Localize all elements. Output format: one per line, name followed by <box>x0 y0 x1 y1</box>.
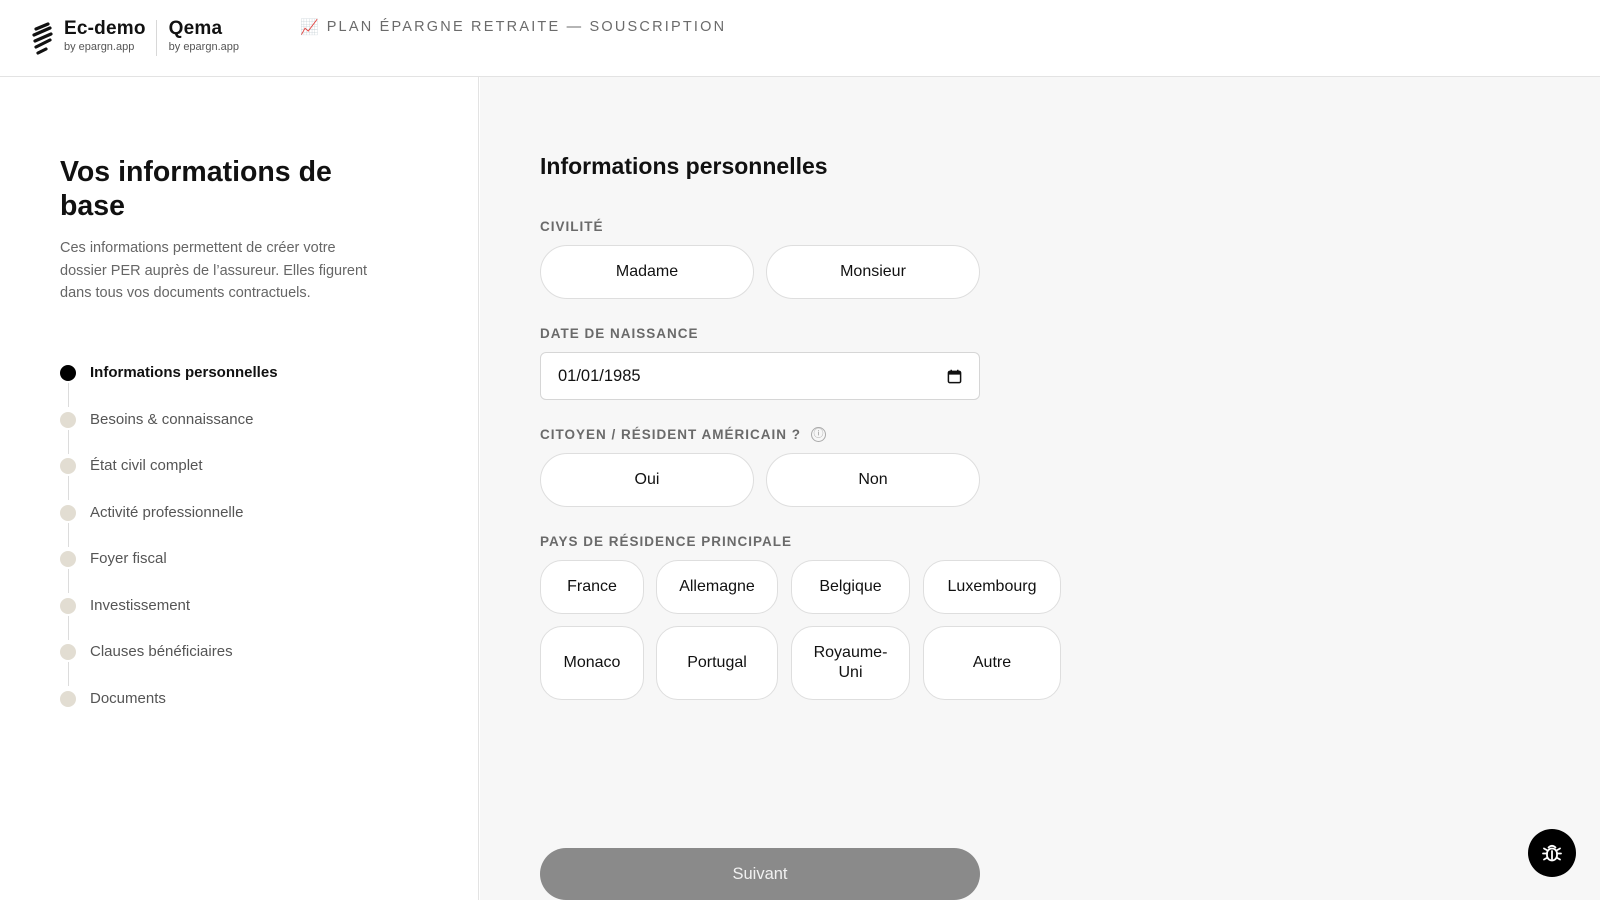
country-autre-button[interactable]: Autre <box>923 626 1061 700</box>
birth-date-label: DATE DE NAISSANCE <box>540 326 699 341</box>
step-investissement[interactable]: Investissement <box>60 595 278 642</box>
us-person-label-text: CITOYEN / RÉSIDENT AMÉRICAIN ? <box>540 427 802 442</box>
brand-primary: Ec-demo by epargn.app <box>64 18 146 53</box>
brand-logo-icon <box>32 22 53 55</box>
country-belgique-button[interactable]: Belgique <box>791 560 910 614</box>
brand-divider <box>155 20 157 56</box>
form-panel: Informations personnelles CIVILITÉ Madam… <box>480 77 1600 900</box>
step-connector <box>67 383 69 407</box>
step-etat-civil[interactable]: État civil complet <box>60 455 278 502</box>
top-bar: Ec-demo by epargn.app Qema by epargn.app… <box>0 0 1600 77</box>
sidebar-title: Vos informations de base <box>60 156 332 222</box>
country-portugal-button[interactable]: Portugal <box>656 626 778 700</box>
step-list: Informations personnelles Besoins & conn… <box>60 362 278 734</box>
partner-sub: by epargn.app <box>168 41 239 53</box>
brand-sub: by epargn.app <box>64 41 135 53</box>
step-connector <box>67 522 69 547</box>
bug-icon <box>1542 844 1562 862</box>
step-dot <box>60 644 76 660</box>
calendar-icon[interactable] <box>947 369 962 384</box>
brand-name: Ec-demo <box>64 18 146 39</box>
civilite-monsieur-button[interactable]: Monsieur <box>766 245 980 299</box>
step-label: Foyer fiscal <box>90 550 167 567</box>
birth-date-value: 01/01/1985 <box>558 366 641 385</box>
step-connector <box>67 569 69 593</box>
civilite-label: CIVILITÉ <box>540 219 604 234</box>
brand[interactable]: Ec-demo by epargn.app Qema by epargn.app <box>30 18 239 58</box>
birth-date-input[interactable]: 01/01/1985 <box>540 352 980 400</box>
sidebar: Vos informations de base Ces information… <box>0 77 479 900</box>
step-clauses-beneficiaires[interactable]: Clauses bénéficiaires <box>60 641 278 688</box>
step-label: Documents <box>90 689 166 707</box>
step-dot <box>60 365 76 381</box>
step-dot <box>60 458 76 474</box>
step-dot <box>60 504 76 521</box>
sidebar-description: Ces informations permettent de créer vot… <box>60 240 368 301</box>
form-title: Informations personnelles <box>540 153 828 179</box>
product-title: 📈 PLAN ÉPARGNE RETRAITE — SOUSCRIPTION <box>300 18 726 36</box>
step-informations-personnelles[interactable]: Informations personnelles <box>60 362 278 409</box>
step-label: État civil complet <box>90 457 203 474</box>
step-label: Informations personnelles <box>90 364 278 381</box>
step-connector <box>67 615 69 640</box>
step-dot <box>60 690 76 707</box>
partner-name: Qema <box>168 18 223 39</box>
step-label: Activité professionnelle <box>90 503 244 521</box>
step-connector <box>67 429 69 454</box>
step-foyer-fiscal[interactable]: Foyer fiscal <box>60 548 278 595</box>
step-label: Clauses bénéficiaires <box>90 643 233 660</box>
country-allemagne-button[interactable]: Allemagne <box>656 560 778 614</box>
country-monaco-button[interactable]: Monaco <box>540 626 644 700</box>
step-label: Investissement <box>90 596 191 614</box>
brand-partner: Qema by epargn.app <box>169 18 239 53</box>
step-documents[interactable]: Documents <box>60 688 278 735</box>
info-icon[interactable]: ⓘ <box>811 427 827 442</box>
chart-icon: 📈 <box>300 19 319 36</box>
step-connector <box>67 476 69 500</box>
step-activite-professionnelle[interactable]: Activité professionnelle <box>60 502 278 549</box>
product-title-text: PLAN ÉPARGNE RETRAITE — SOUSCRIPTION <box>326 19 727 35</box>
step-dot <box>60 551 76 567</box>
bug-report-button[interactable] <box>1528 829 1576 877</box>
step-connector <box>67 662 69 686</box>
step-dot <box>60 411 76 428</box>
country-france-button[interactable]: France <box>540 560 644 614</box>
country-label: PAYS DE RÉSIDENCE PRINCIPALE <box>540 534 793 549</box>
us-person-oui-button[interactable]: Oui <box>540 453 754 507</box>
civilite-madame-button[interactable]: Madame <box>540 245 754 299</box>
us-person-label: CITOYEN / RÉSIDENT AMÉRICAIN ? ⓘ <box>540 427 827 442</box>
country-luxembourg-button[interactable]: Luxembourg <box>923 560 1061 614</box>
step-label: Besoins & connaissance <box>90 410 254 428</box>
next-button[interactable]: Suivant <box>540 848 980 900</box>
country-royaume-uni-button[interactable]: Royaume-Uni <box>791 626 910 700</box>
step-dot <box>60 597 76 614</box>
us-person-non-button[interactable]: Non <box>766 453 980 507</box>
step-besoins-connaissance[interactable]: Besoins & connaissance <box>60 409 278 456</box>
